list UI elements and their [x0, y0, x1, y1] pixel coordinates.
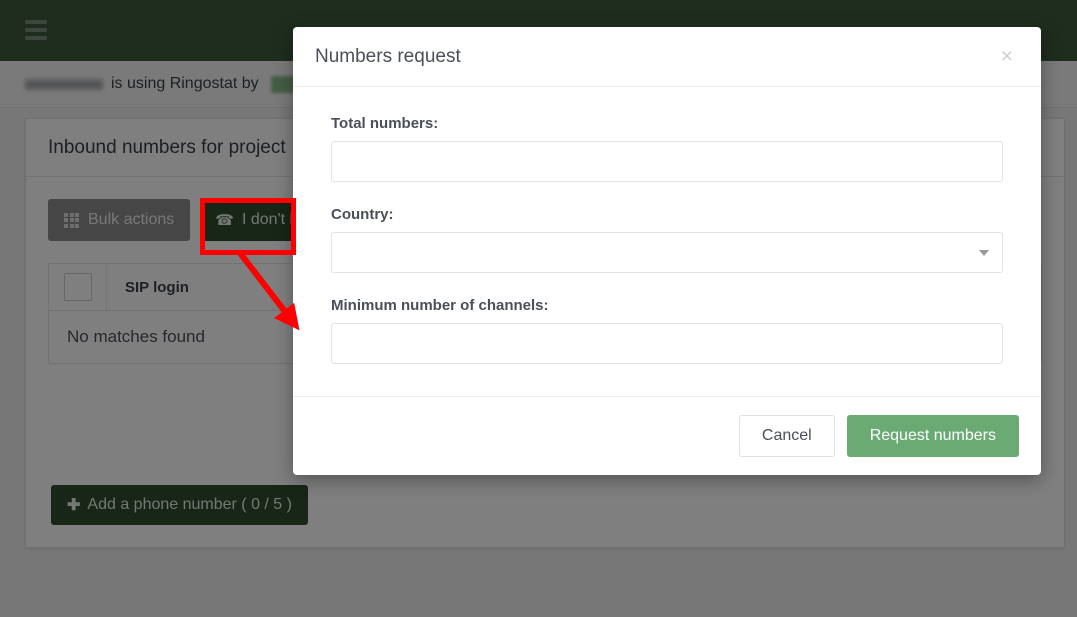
country-select[interactable]: [331, 232, 1003, 273]
dialog-footer: Cancel Request numbers: [293, 396, 1041, 475]
minimum-channels-input[interactable]: [331, 323, 1003, 364]
field-total-numbers: Total numbers:: [331, 115, 1003, 182]
cancel-button[interactable]: Cancel: [738, 415, 835, 457]
request-numbers-button[interactable]: Request numbers: [846, 415, 1019, 457]
close-icon[interactable]: ×: [997, 44, 1017, 69]
dialog-title: Numbers request: [315, 45, 461, 67]
label-minimum-channels: Minimum number of channels:: [331, 297, 549, 314]
label-total-numbers: Total numbers:: [331, 115, 439, 132]
dialog-header: Numbers request ×: [293, 27, 1041, 87]
dialog-body: Total numbers: Country: Minimum number o…: [293, 87, 1041, 396]
numbers-request-dialog: Numbers request × Total numbers: Country…: [293, 27, 1041, 475]
label-country: Country:: [331, 206, 394, 223]
field-minimum-channels: Minimum number of channels:: [331, 297, 1003, 364]
total-numbers-input[interactable]: [331, 141, 1003, 182]
field-country: Country:: [331, 206, 1003, 273]
country-select-wrapper: [331, 232, 1003, 273]
